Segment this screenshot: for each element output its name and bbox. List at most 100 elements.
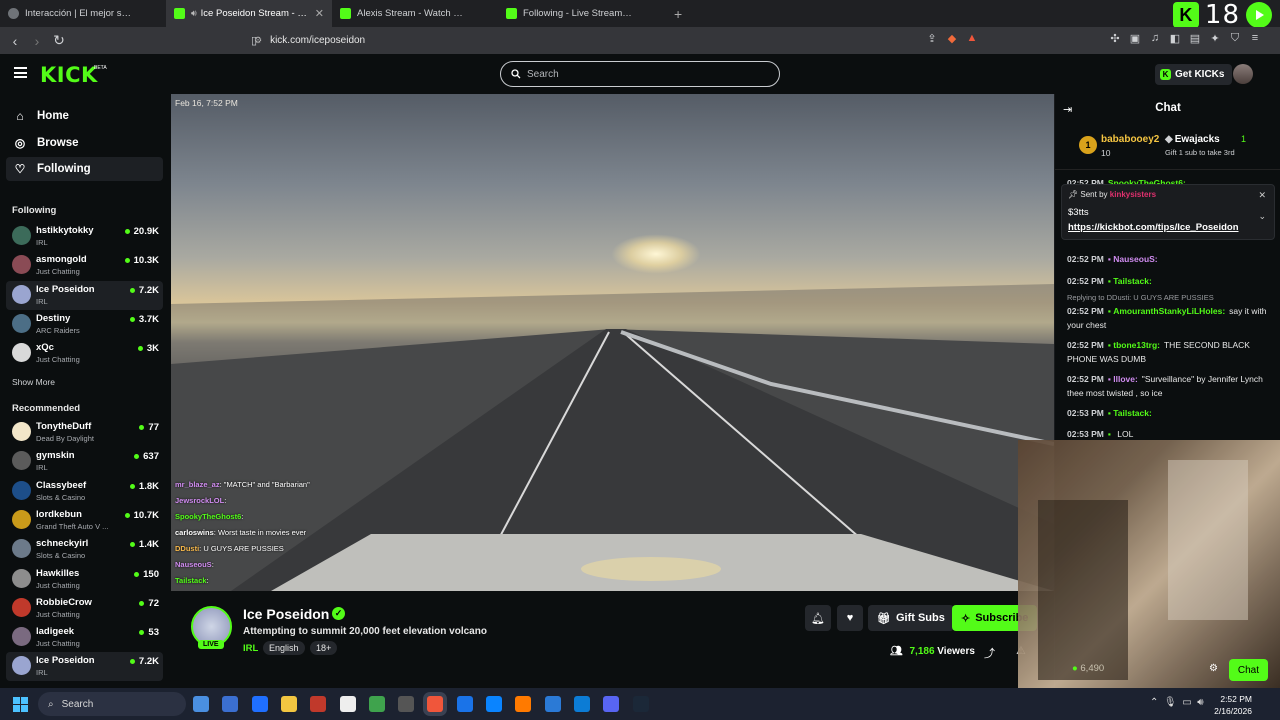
sidebar-channel[interactable]: xQc Just Chatting 3K [6, 339, 163, 368]
browser-tab[interactable]: Following - Live Streams on Kick [498, 0, 664, 27]
close-tab-icon[interactable]: ✕ [315, 7, 324, 20]
reload-icon[interactable]: ↻ [48, 32, 70, 49]
brave-icon[interactable] [427, 696, 444, 712]
sidebar-channel[interactable]: hstikkytokky IRL 20.9K [6, 222, 163, 251]
expand-chevron-icon[interactable]: ⌄ [1258, 211, 1266, 222]
address-bar-actions: ⇪ ◆ ▲ [922, 32, 982, 45]
sidebar-channel[interactable]: RobbieCrow Just Chatting 72 [6, 594, 163, 623]
browser-tab[interactable]: Interacción | El mejor software para ges… [0, 0, 166, 27]
discord-icon[interactable] [603, 696, 620, 712]
site-info-icon[interactable]: ⚙ [254, 35, 262, 46]
channel-viewers: 7.2K [129, 285, 159, 296]
netflix-icon[interactable] [310, 696, 327, 712]
share-icon[interactable]: ⤴ [984, 645, 995, 661]
tag-language[interactable]: English [263, 641, 305, 655]
vpn-icon[interactable]: ⛉ [1225, 32, 1245, 45]
system-clock[interactable]: 2:52 PM 2/16/2026 [1214, 693, 1252, 717]
sidebar-channel[interactable]: Ice Poseidon IRL 7.2K [6, 652, 163, 682]
media-icon[interactable]: ♫ [1145, 32, 1165, 45]
gift-subs-button[interactable]: 🎁︎ Gift Subs [868, 605, 954, 631]
share-icon[interactable]: ⇪ [922, 32, 942, 45]
visual-studio-icon[interactable] [544, 696, 561, 712]
browser-tab[interactable]: 🔊︎Ice Poseidon Stream - Watch Live on Ki… [166, 0, 332, 27]
sidebar-icon[interactable]: ◧ [1165, 32, 1185, 45]
search-input[interactable] [527, 68, 757, 80]
unpin-icon[interactable]: ✕ [1258, 190, 1266, 201]
sidebar-channel[interactable]: Ice Poseidon IRL 7.2K [6, 280, 163, 310]
pinned-link[interactable]: https://kickbot.com/tips/Ice_Poseidon [1068, 222, 1239, 233]
hamburger-menu-icon[interactable] [14, 67, 27, 78]
leaderboard-first-name[interactable]: bababooey2 [1101, 134, 1159, 145]
channel-viewer-count: 637 [143, 451, 159, 463]
chrome-icon[interactable] [456, 696, 473, 712]
channel-viewer-count: 7.2K [138, 656, 159, 668]
firefox-icon[interactable] [515, 696, 532, 712]
steam-icon[interactable] [632, 696, 649, 712]
speaker-icon[interactable]: 🔊︎ [191, 8, 197, 19]
sidebar-channel[interactable]: ladigeek Just Chatting 53 [6, 623, 163, 652]
edge-icon[interactable] [486, 696, 502, 712]
chat-username[interactable]: Tailstack: [1113, 276, 1152, 286]
wallet-icon[interactable]: ▤ [1185, 32, 1205, 45]
chat-username[interactable]: AmouranthStankyLiLHoles: [1113, 306, 1225, 316]
overlay-chat-text: : [206, 576, 209, 585]
viewer-count-number: 7,186 [909, 646, 935, 657]
screenshot-icon[interactable]: ▣ [1125, 32, 1145, 45]
windows-start-icon[interactable] [13, 697, 28, 712]
sidebar-channel[interactable]: Destiny ARC Raiders 3.7K [6, 310, 163, 339]
github-icon[interactable] [398, 696, 415, 712]
taskbar-search[interactable]: ⌕ Search [38, 692, 186, 716]
leo-icon[interactable]: ✦ [1205, 32, 1225, 45]
channel-viewer-count: 20.9K [133, 226, 159, 237]
system-tray[interactable]: ⌃ 🎙︎ ▭ 🔊︎ [1150, 697, 1204, 708]
forward-icon[interactable]: › [26, 33, 48, 49]
search-bar[interactable] [500, 61, 780, 87]
teams-icon[interactable] [222, 696, 239, 712]
kick-logo[interactable]: KICK [40, 63, 98, 87]
leaderboard-second-name[interactable]: ◆ Ewajacks [1165, 134, 1220, 145]
browser-tab[interactable]: Alexis Stream - Watch Live on Kick [332, 0, 498, 27]
remote-icon[interactable] [251, 696, 268, 712]
channel-name[interactable]: Ice Poseidon [243, 606, 329, 622]
chat-title: Chat [1155, 102, 1181, 114]
notification-bell-button[interactable]: 🔔︎ [805, 605, 831, 631]
stream-category[interactable]: IRL [243, 643, 258, 654]
widgets-icon[interactable] [193, 696, 209, 712]
sidebar-channel[interactable]: Classybeef Slots & Casino 1.8K [6, 477, 163, 506]
sidebar-channel[interactable]: gymskin IRL 637 [6, 447, 163, 476]
sidebar-nav-following[interactable]: ♡ Following [6, 157, 163, 181]
chat-username[interactable]: NauseouS: [1113, 254, 1157, 264]
clock-app-icon[interactable] [339, 696, 356, 712]
tag-age[interactable]: 18+ [310, 641, 338, 655]
vpn-app-icon[interactable] [368, 696, 385, 712]
brave-shields-icon[interactable]: ◆ [942, 32, 962, 45]
show-more-link[interactable]: Show More [12, 377, 55, 387]
file-explorer-icon[interactable] [280, 696, 297, 712]
video-player[interactable]: Feb 16, 7:52 PM mr_blaze_az: "MATCH" and… [171, 94, 1054, 591]
extension-icon[interactable]: ✣ [1105, 32, 1125, 45]
chat-settings-icon[interactable]: ⚙ [1209, 663, 1218, 674]
brave-rewards-icon[interactable]: ▲ [962, 32, 982, 45]
get-kicks-button[interactable]: K Get KICKs [1155, 64, 1233, 85]
chat-username[interactable]: lllove: [1113, 374, 1138, 384]
sidebar-channel[interactable]: TonytheDuff Dead By Daylight 77 [6, 418, 163, 447]
follow-button[interactable]: ♥ [837, 605, 863, 631]
url-field[interactable]: ⚙ kick.com/iceposeidon [246, 29, 996, 51]
sidebar-nav-browse[interactable]: ◎ Browse [6, 131, 163, 155]
new-tab-icon[interactable]: + [674, 6, 682, 22]
back-icon[interactable]: ‹ [4, 33, 26, 49]
sidebar-channel[interactable]: lordkebun Grand Theft Auto V ... 10.7K [6, 506, 163, 535]
chat-reply-context[interactable]: Replying to DDusti: U GUYS ARE PUSSIES [1067, 292, 1273, 304]
user-avatar[interactable] [1233, 64, 1253, 84]
channel-viewers: 10.7K [124, 510, 159, 521]
chat-send-button[interactable]: Chat [1228, 659, 1268, 681]
chat-username[interactable]: Tailstack: [1113, 408, 1152, 418]
sidebar-channel[interactable]: asmongold Just Chatting 10.3K [6, 251, 163, 280]
sidebar-nav-home[interactable]: ⌂ Home [6, 104, 163, 128]
menu-icon[interactable]: ≡ [1245, 32, 1265, 45]
sidebar-channel[interactable]: Hawkilles Just Chatting 150 [6, 565, 163, 594]
pinned-sender[interactable]: kinkysisters [1110, 190, 1156, 199]
sidebar-channel[interactable]: schneckyirl Slots & Casino 1.4K [6, 535, 163, 564]
vscode-icon[interactable] [573, 696, 590, 712]
chat-username[interactable]: tbone13trg: [1113, 340, 1160, 350]
